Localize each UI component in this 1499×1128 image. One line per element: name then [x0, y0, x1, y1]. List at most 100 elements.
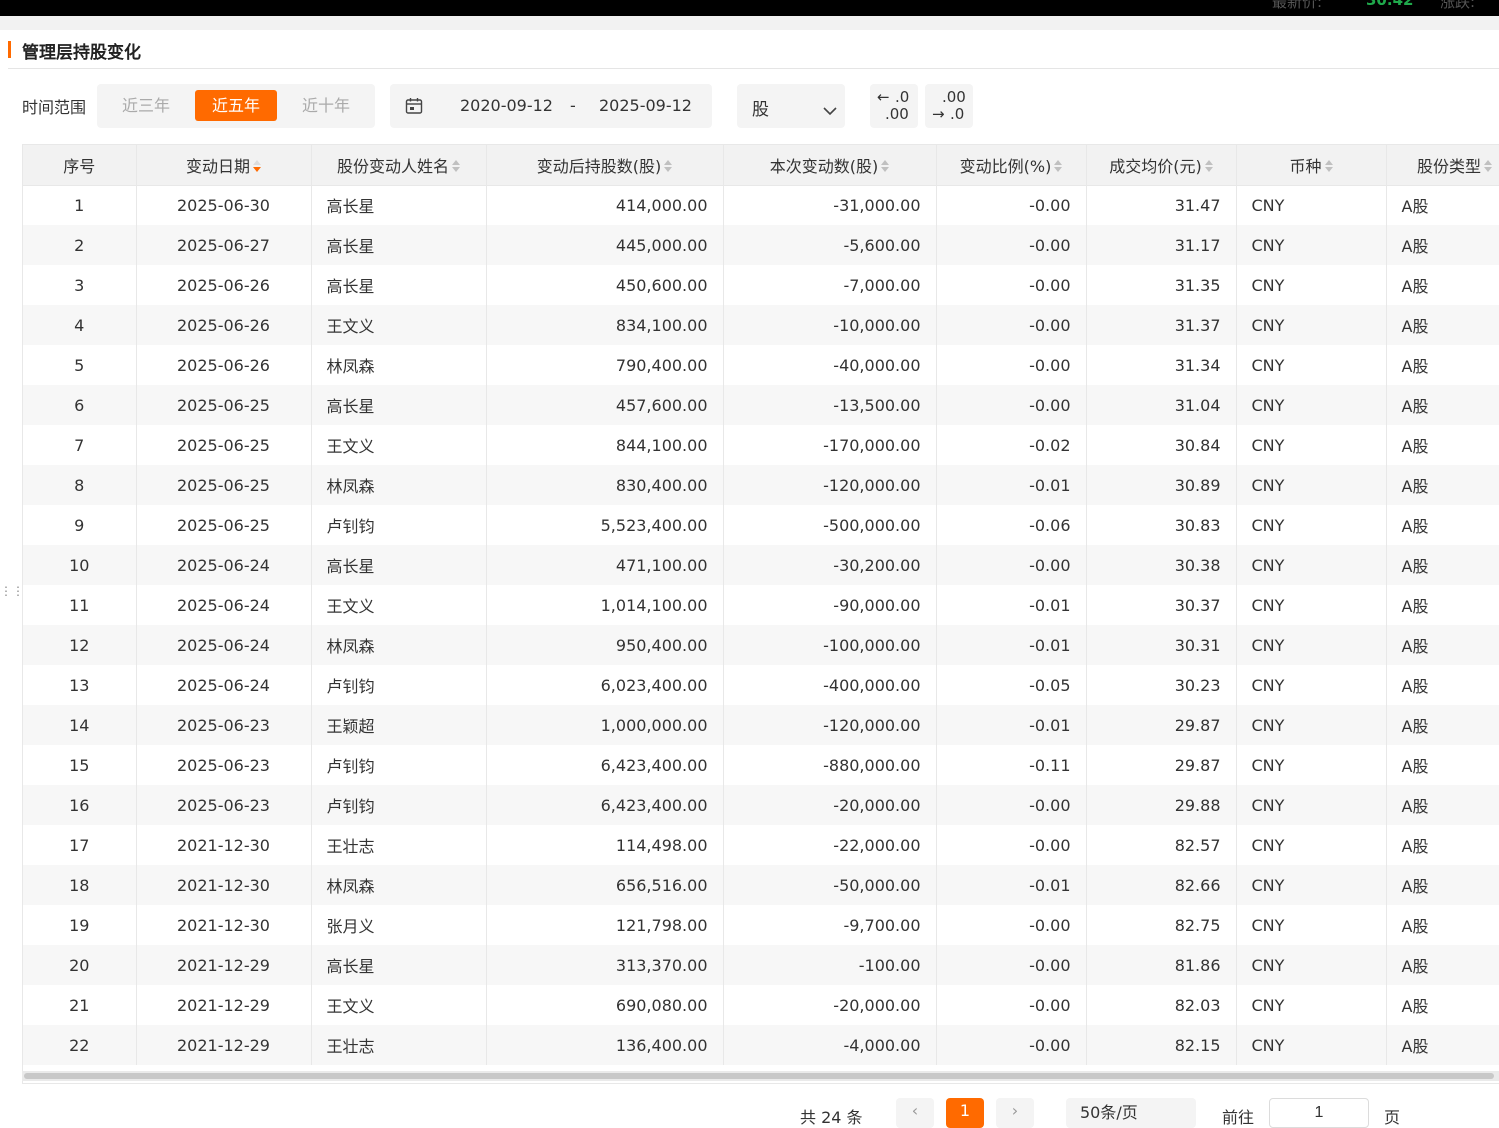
- unit-select[interactable]: 股: [737, 84, 845, 128]
- cell-avg-price: 29.88: [1086, 785, 1237, 825]
- cell-change-shares: -100.00: [723, 945, 937, 985]
- cell-index: 9: [23, 505, 137, 545]
- drag-handle-icon[interactable]: ⋮⋮: [0, 585, 24, 597]
- start-date-input[interactable]: 2020-09-12: [460, 96, 553, 115]
- cell-shares-after: 450,600.00: [486, 265, 724, 305]
- cell-change-ratio: -0.00: [936, 225, 1087, 265]
- cell-shares-after: 1,014,100.00: [486, 585, 724, 625]
- col-header-change-shares[interactable]: 本次变动数(股): [723, 145, 937, 186]
- cell-change-ratio: -0.01: [936, 585, 1087, 625]
- table-row: 11 2025-06-24 王文义 1,014,100.00 -90,000.00 -0.…: [23, 585, 1499, 625]
- decrease-decimals-button[interactable]: ← .0 .00: [870, 84, 918, 128]
- cell-shares-after: 5,523,400.00: [486, 505, 724, 545]
- page-suffix: 页: [1384, 1108, 1401, 1127]
- sort-icon[interactable]: [1324, 159, 1333, 174]
- cell-index: 21: [23, 985, 137, 1025]
- cell-change-shares: -20,000.00: [723, 985, 937, 1025]
- cell-shares-after: 136,400.00: [486, 1025, 724, 1065]
- page-1-button[interactable]: 1: [946, 1098, 984, 1128]
- range-3y-button[interactable]: 近三年: [105, 90, 187, 121]
- cell-name: 高长星: [311, 265, 487, 305]
- cell-change-ratio: -0.05: [936, 665, 1087, 705]
- col-header-change-ratio[interactable]: 变动比例(%): [936, 145, 1087, 186]
- cell-currency: CNY: [1236, 505, 1387, 545]
- cell-share-type: A股: [1386, 545, 1499, 585]
- cell-avg-price: 30.31: [1086, 625, 1237, 665]
- cell-change-ratio: -0.02: [936, 425, 1087, 465]
- cell-avg-price: 82.75: [1086, 905, 1237, 945]
- cell-share-type: A股: [1386, 465, 1499, 505]
- cell-date: 2025-06-24: [136, 585, 312, 625]
- table-row: 20 2021-12-29 高长星 313,370.00 -100.00 -0.00 81.…: [23, 945, 1499, 985]
- cell-change-ratio: -0.00: [936, 1025, 1087, 1065]
- col-header-currency[interactable]: 币种: [1236, 145, 1387, 186]
- top-spacer: [0, 16, 1499, 30]
- section-accent-bar: [8, 41, 11, 58]
- cell-shares-after: 414,000.00: [486, 185, 724, 225]
- cell-avg-price: 31.37: [1086, 305, 1237, 345]
- cell-avg-price: 30.23: [1086, 665, 1237, 705]
- cell-name: 林凤森: [311, 465, 487, 505]
- cell-name: 高长星: [311, 225, 487, 265]
- cell-index: 6: [23, 385, 137, 425]
- sort-icon[interactable]: [1484, 159, 1492, 174]
- table-row: 21 2021-12-29 王文义 690,080.00 -20,000.00 -0.00…: [23, 985, 1499, 1025]
- cell-change-shares: -10,000.00: [723, 305, 937, 345]
- cell-date: 2025-06-23: [136, 745, 312, 785]
- sort-icon[interactable]: [1054, 159, 1063, 174]
- page-size-select[interactable]: 50条/页: [1066, 1098, 1196, 1128]
- next-page-button[interactable]: ›: [996, 1098, 1034, 1128]
- cell-avg-price: 31.47: [1086, 185, 1237, 225]
- cell-shares-after: 457,600.00: [486, 385, 724, 425]
- table-row: 16 2025-06-23 卢钊钧 6,423,400.00 -20,000.00 -0.…: [23, 785, 1499, 825]
- sort-icon[interactable]: [881, 159, 890, 174]
- col-header-share-type[interactable]: 股份类型: [1386, 145, 1499, 186]
- col-header-name[interactable]: 股份变动人姓名: [311, 145, 487, 186]
- cell-currency: CNY: [1236, 665, 1387, 705]
- unit-value: 股: [752, 100, 769, 120]
- cell-currency: CNY: [1236, 465, 1387, 505]
- sort-icon[interactable]: [452, 159, 460, 174]
- table-row: 7 2025-06-25 王文义 844,100.00 -170,000.00 -0.02…: [23, 425, 1499, 465]
- cell-index: 11: [23, 585, 137, 625]
- cell-date: 2025-06-30: [136, 185, 312, 225]
- increase-decimals-button[interactable]: .00 → .0: [925, 84, 973, 128]
- cell-avg-price: 31.35: [1086, 265, 1237, 305]
- cell-share-type: A股: [1386, 865, 1499, 905]
- range-10y-button[interactable]: 近十年: [285, 90, 367, 121]
- table-body: 1 2025-06-30 高长星 414,000.00 -31,000.00 -0.00 3…: [23, 185, 1499, 1065]
- col-header-avg-price[interactable]: 成交均价(元): [1086, 145, 1237, 186]
- sort-icon[interactable]: [664, 159, 673, 174]
- cell-index: 20: [23, 945, 137, 985]
- increase-decimals-top: .00: [942, 88, 966, 106]
- cell-change-ratio: -0.00: [936, 945, 1087, 985]
- cell-shares-after: 445,000.00: [486, 225, 724, 265]
- table-row: 14 2025-06-23 王颖超 1,000,000.00 -120,000.00 -0…: [23, 705, 1499, 745]
- sort-icon[interactable]: [1204, 159, 1213, 174]
- cell-index: 15: [23, 745, 137, 785]
- cell-change-ratio: -0.11: [936, 745, 1087, 785]
- col-header-label: 成交均价(元): [1109, 156, 1202, 176]
- col-header-shares-after[interactable]: 变动后持股数(股): [486, 145, 724, 186]
- cell-index: 18: [23, 865, 137, 905]
- calendar-icon: [405, 97, 423, 119]
- cell-shares-after: 844,100.00: [486, 425, 724, 465]
- cell-shares-after: 834,100.00: [486, 305, 724, 345]
- col-header-date[interactable]: 变动日期: [136, 145, 312, 186]
- cell-currency: CNY: [1236, 425, 1387, 465]
- end-date-input[interactable]: 2025-09-12: [599, 96, 692, 115]
- date-range-picker[interactable]: 2020-09-12 - 2025-09-12: [390, 84, 712, 128]
- cell-date: 2025-06-25: [136, 465, 312, 505]
- prev-page-button[interactable]: ‹: [896, 1098, 934, 1128]
- cell-avg-price: 31.04: [1086, 385, 1237, 425]
- sort-desc-icon[interactable]: [253, 159, 261, 174]
- cell-date: 2025-06-26: [136, 345, 312, 385]
- cell-index: 8: [23, 465, 137, 505]
- range-5y-button[interactable]: 近五年: [195, 90, 277, 121]
- scrollbar-thumb[interactable]: [24, 1073, 1494, 1079]
- cell-currency: CNY: [1236, 305, 1387, 345]
- cell-change-shares: -500,000.00: [723, 505, 937, 545]
- horizontal-scrollbar[interactable]: [22, 1071, 1499, 1081]
- goto-page-input[interactable]: [1269, 1098, 1369, 1128]
- cell-change-shares: -7,000.00: [723, 265, 937, 305]
